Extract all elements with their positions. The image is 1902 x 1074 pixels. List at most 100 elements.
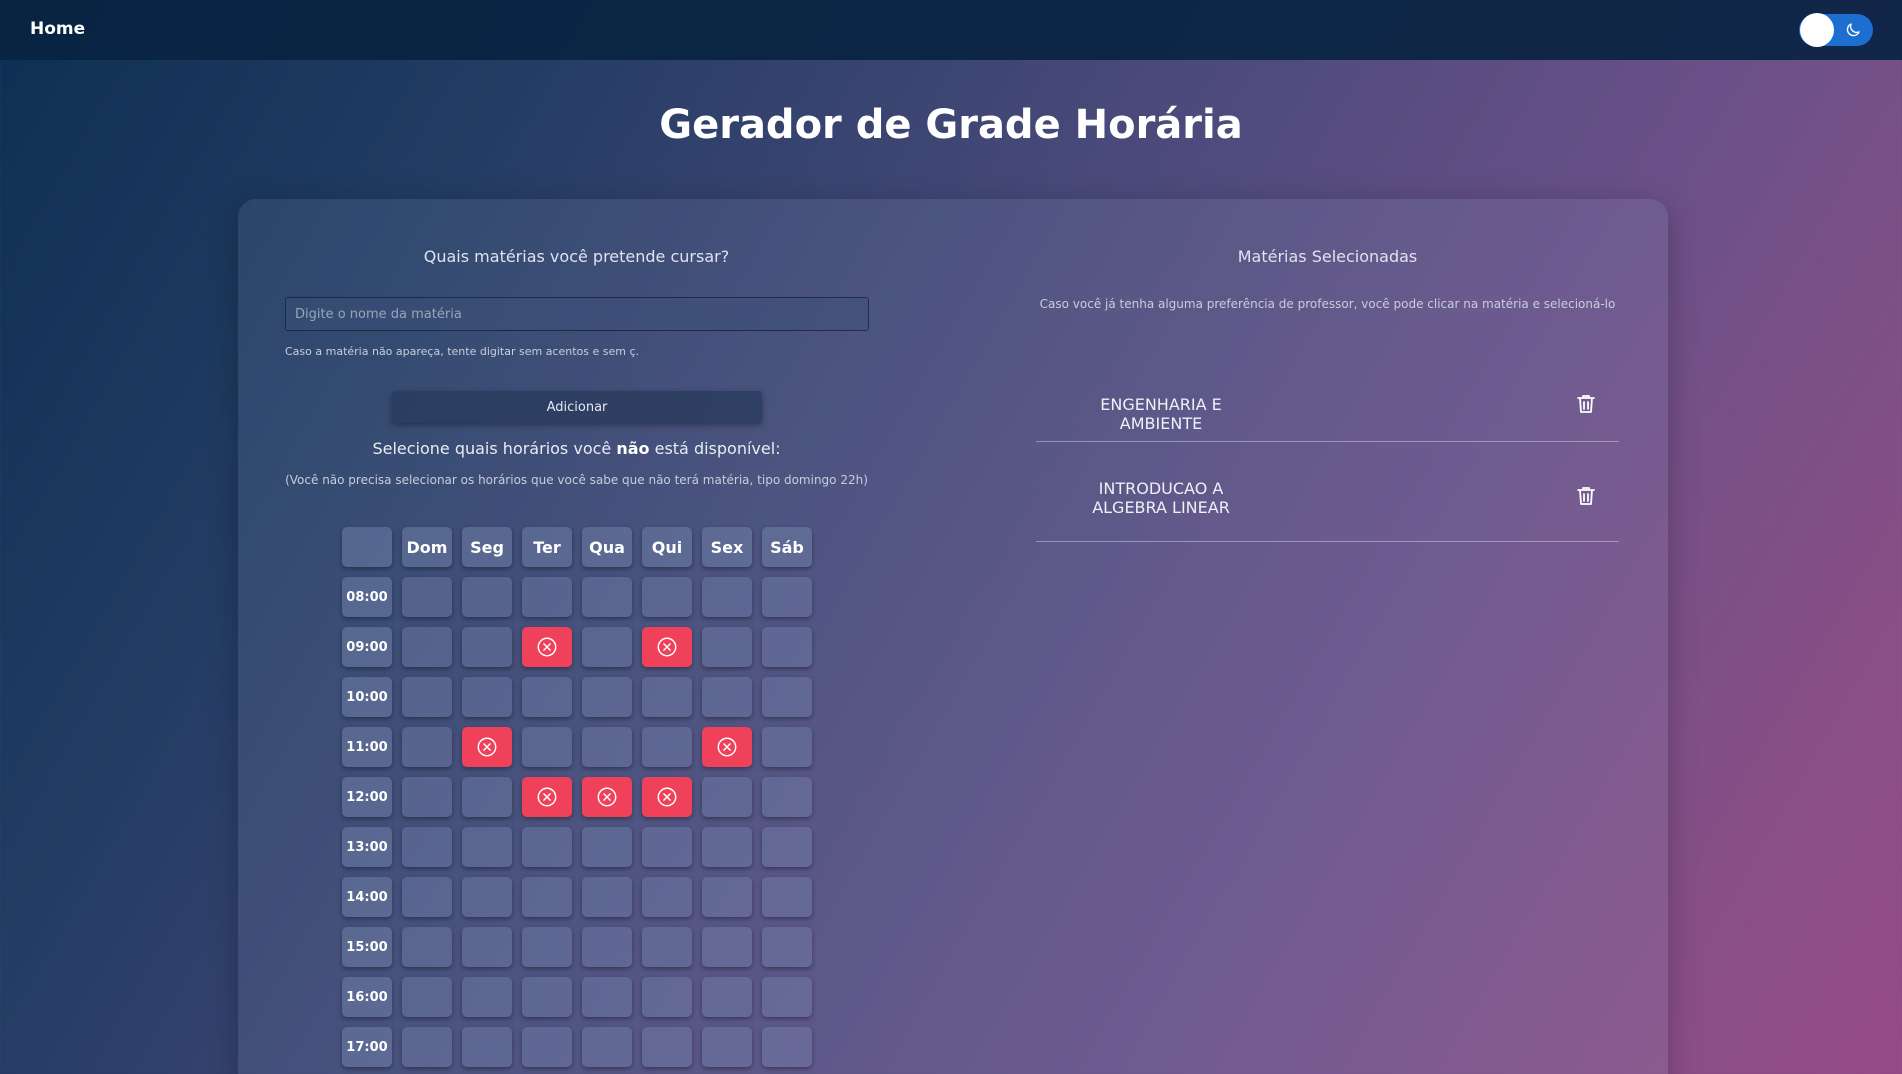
schedule-slot[interactable]	[462, 977, 512, 1017]
schedule-slot[interactable]	[642, 677, 692, 717]
schedule-slot[interactable]	[582, 677, 632, 717]
schedule-slot-blocked[interactable]	[522, 777, 572, 817]
schedule-slot[interactable]	[582, 727, 632, 767]
schedule-slot[interactable]	[402, 627, 452, 667]
availability-title: Selecione quais horários você não está d…	[285, 439, 868, 458]
schedule-slot[interactable]	[522, 977, 572, 1017]
schedule-slot[interactable]	[582, 1027, 632, 1067]
schedule-slot[interactable]	[702, 1027, 752, 1067]
schedule-slot-blocked[interactable]	[702, 727, 752, 767]
schedule-slot[interactable]	[582, 627, 632, 667]
schedule-slot[interactable]	[702, 777, 752, 817]
schedule-slot[interactable]	[522, 677, 572, 717]
schedule-slot[interactable]	[462, 1027, 512, 1067]
theme-toggle[interactable]	[1799, 13, 1873, 47]
schedule-slot[interactable]	[522, 927, 572, 967]
schedule-slot[interactable]	[522, 1027, 572, 1067]
x-circle-icon	[717, 737, 737, 757]
schedule-slot[interactable]	[582, 977, 632, 1017]
schedule-slot[interactable]	[642, 1027, 692, 1067]
schedule-slot[interactable]	[462, 877, 512, 917]
schedule-slot[interactable]	[402, 727, 452, 767]
schedule-slot-blocked[interactable]	[582, 777, 632, 817]
time-label: 15:00	[342, 927, 392, 967]
schedule-slot[interactable]	[702, 677, 752, 717]
schedule-slot-blocked[interactable]	[462, 727, 512, 767]
schedule-slot[interactable]	[402, 677, 452, 717]
selected-subject-item[interactable]: ENGENHARIA E AMBIENTE	[1036, 368, 1619, 442]
availability-title-prefix: Selecione quais horários você	[372, 439, 617, 458]
schedule-slot[interactable]	[762, 1027, 812, 1067]
time-label: 16:00	[342, 977, 392, 1017]
schedule-slot[interactable]	[702, 827, 752, 867]
schedule-slot[interactable]	[402, 777, 452, 817]
schedule-slot[interactable]	[522, 877, 572, 917]
time-label: 11:00	[342, 727, 392, 767]
schedule-slot[interactable]	[462, 677, 512, 717]
schedule-slot[interactable]	[762, 877, 812, 917]
schedule-slot[interactable]	[642, 927, 692, 967]
schedule-slot-blocked[interactable]	[522, 627, 572, 667]
schedule-slot[interactable]	[402, 877, 452, 917]
day-header: Qua	[582, 527, 632, 567]
schedule-slot[interactable]	[762, 677, 812, 717]
add-subject-button[interactable]: Adicionar	[392, 391, 762, 423]
schedule-slot[interactable]	[402, 927, 452, 967]
schedule-slot[interactable]	[402, 1027, 452, 1067]
schedule-slot[interactable]	[642, 577, 692, 617]
schedule-slot[interactable]	[702, 577, 752, 617]
schedule-slot[interactable]	[462, 777, 512, 817]
schedule-slot[interactable]	[522, 577, 572, 617]
time-label: 09:00	[342, 627, 392, 667]
day-header: Dom	[402, 527, 452, 567]
trash-icon[interactable]	[1574, 484, 1598, 508]
trash-icon[interactable]	[1574, 392, 1598, 416]
schedule-slot-blocked[interactable]	[642, 627, 692, 667]
schedule-slot[interactable]	[522, 727, 572, 767]
subject-search-input[interactable]	[285, 297, 869, 331]
schedule-slot[interactable]	[762, 827, 812, 867]
schedule-slot[interactable]	[762, 927, 812, 967]
schedule-slot[interactable]	[582, 877, 632, 917]
day-header: Sáb	[762, 527, 812, 567]
day-header: Sex	[702, 527, 752, 567]
schedule-slot[interactable]	[642, 827, 692, 867]
moon-icon	[1846, 23, 1860, 37]
subject-name: ENGENHARIA E AMBIENTE	[1100, 395, 1222, 433]
schedule-slot[interactable]	[582, 577, 632, 617]
schedule-slot[interactable]	[702, 877, 752, 917]
time-label: 10:00	[342, 677, 392, 717]
schedule-slot[interactable]	[402, 577, 452, 617]
schedule-slot[interactable]	[702, 927, 752, 967]
theme-toggle-knob	[1800, 13, 1834, 47]
schedule-slot[interactable]	[462, 627, 512, 667]
schedule-slot[interactable]	[762, 777, 812, 817]
schedule-slot[interactable]	[462, 827, 512, 867]
schedule-slot[interactable]	[402, 977, 452, 1017]
navbar: Home	[0, 0, 1902, 60]
schedule-slot[interactable]	[642, 977, 692, 1017]
nav-home-link[interactable]: Home	[30, 19, 85, 39]
schedule-slot[interactable]	[762, 577, 812, 617]
schedule-slot[interactable]	[642, 727, 692, 767]
schedule-slot[interactable]	[762, 627, 812, 667]
schedule-slot-blocked[interactable]	[642, 777, 692, 817]
time-label: 08:00	[342, 577, 392, 617]
schedule-slot[interactable]	[462, 577, 512, 617]
time-label: 14:00	[342, 877, 392, 917]
schedule-slot[interactable]	[462, 927, 512, 967]
time-label: 12:00	[342, 777, 392, 817]
schedule-slot[interactable]	[702, 627, 752, 667]
schedule-slot[interactable]	[762, 727, 812, 767]
selected-subject-item[interactable]: INTRODUCAO A ALGEBRA LINEAR	[1036, 443, 1619, 542]
schedule-slot[interactable]	[762, 977, 812, 1017]
grid-corner-cell	[342, 527, 392, 567]
subject-input-hint: Caso a matéria não apareça, tente digita…	[285, 345, 640, 358]
schedule-slot[interactable]	[522, 827, 572, 867]
schedule-slot[interactable]	[642, 877, 692, 917]
schedule-slot[interactable]	[402, 827, 452, 867]
subject-name: INTRODUCAO A ALGEBRA LINEAR	[1092, 479, 1230, 517]
schedule-slot[interactable]	[582, 927, 632, 967]
schedule-slot[interactable]	[702, 977, 752, 1017]
schedule-slot[interactable]	[582, 827, 632, 867]
